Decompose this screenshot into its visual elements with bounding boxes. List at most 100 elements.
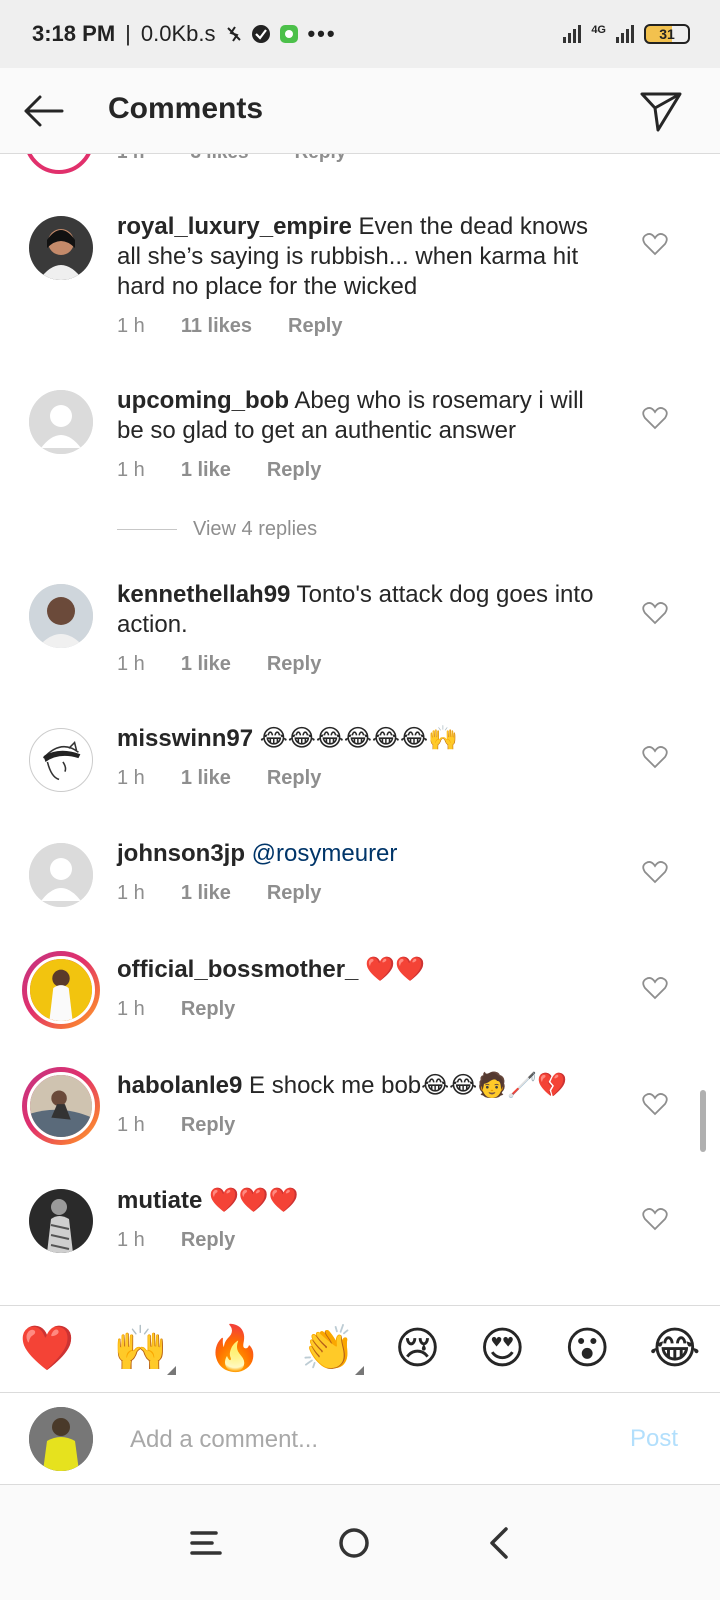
emoji-heart-eyes-button[interactable]: 😍 bbox=[479, 1327, 525, 1371]
like-heart-icon[interactable] bbox=[642, 601, 668, 625]
comment-body: ❤️❤️ bbox=[365, 956, 425, 983]
emoji-heart-button[interactable]: ❤️ bbox=[19, 1327, 74, 1371]
user-avatar bbox=[29, 1407, 93, 1471]
emoji-glyph: 🙌 bbox=[113, 1324, 169, 1373]
status-divider: | bbox=[125, 21, 131, 46]
emoji-surprised-button[interactable]: 😮 bbox=[564, 1327, 610, 1371]
skin-tone-indicator-icon bbox=[354, 1366, 364, 1375]
avatar[interactable] bbox=[24, 154, 94, 174]
back-arrow-icon[interactable] bbox=[20, 88, 66, 134]
comment-body: ❤️❤️❤️ bbox=[209, 1187, 299, 1214]
comment-likes[interactable]: 1 like bbox=[181, 882, 231, 905]
like-heart-icon[interactable] bbox=[642, 1092, 668, 1116]
comment-likes[interactable]: 1 like bbox=[181, 459, 231, 482]
comment-text: misswinn97 😂😂😂😂😂😂🙌 bbox=[117, 724, 617, 754]
avatar[interactable] bbox=[29, 390, 93, 454]
comment-username[interactable]: official_bossmother_ bbox=[117, 956, 358, 983]
skin-tone-indicator-icon bbox=[167, 1366, 177, 1375]
comment-text: johnson3jp @rosymeurer bbox=[117, 839, 617, 869]
avatar[interactable] bbox=[29, 843, 93, 907]
like-heart-icon[interactable] bbox=[642, 745, 668, 769]
comment-time: 1 h bbox=[117, 1114, 145, 1136]
status-speed: 0.0Kb.s bbox=[140, 21, 216, 46]
emoji-laughing-button[interactable]: 😂 bbox=[649, 1327, 700, 1371]
view-replies-label: View 4 replies bbox=[193, 518, 318, 540]
comment-text: official_bossmother_ ❤️❤️ bbox=[117, 955, 617, 985]
reply-button[interactable]: Reply bbox=[288, 315, 342, 338]
comment-meta: 1 h Reply bbox=[117, 1229, 271, 1252]
comment-username[interactable]: kennethellah99 bbox=[117, 581, 290, 608]
avatar-story-ring[interactable] bbox=[22, 1067, 100, 1145]
comment-meta: 1 h 3 likes Reply bbox=[117, 154, 346, 164]
comment-time: 1 h bbox=[117, 315, 145, 337]
reply-button[interactable]: Reply bbox=[295, 154, 347, 164]
signal-icon bbox=[563, 25, 582, 43]
reply-button[interactable]: Reply bbox=[181, 1229, 235, 1252]
reply-button[interactable]: Reply bbox=[181, 998, 235, 1021]
reply-button[interactable]: Reply bbox=[267, 459, 321, 482]
comment-text: habolanle9 E shock me bob😂😂🧑🦯💔 bbox=[117, 1071, 617, 1101]
reply-button[interactable]: Reply bbox=[267, 882, 321, 905]
battery-indicator: 31 bbox=[644, 24, 690, 44]
comment-mention[interactable]: @rosymeurer bbox=[252, 840, 398, 867]
comment-input[interactable] bbox=[128, 1419, 592, 1461]
emoji-glyph: 👏 bbox=[300, 1324, 356, 1373]
comment-meta: 1 h Reply bbox=[117, 998, 271, 1021]
comment-meta: 1 h 1 like Reply bbox=[117, 653, 357, 676]
comment-meta: 1 h 11 likes Reply bbox=[117, 315, 378, 338]
home-icon[interactable] bbox=[330, 1519, 378, 1567]
emoji-fire-button[interactable]: 🔥 bbox=[207, 1327, 262, 1371]
status-time: 3:18 PM bbox=[32, 21, 116, 46]
signal-icon-2 bbox=[616, 25, 634, 43]
back-icon[interactable] bbox=[476, 1519, 524, 1567]
comment-likes[interactable]: 11 likes bbox=[181, 315, 252, 338]
avatar[interactable] bbox=[29, 584, 93, 648]
scrollbar[interactable] bbox=[700, 1090, 706, 1152]
emoji-crying-button[interactable]: 😢 bbox=[395, 1327, 441, 1371]
comments-list[interactable]: 1 h 3 likes Reply royal_luxury_empire Ev… bbox=[0, 154, 720, 1305]
comment-username[interactable]: mutiate bbox=[117, 1187, 202, 1214]
like-heart-icon[interactable] bbox=[642, 232, 668, 256]
like-heart-icon[interactable] bbox=[642, 860, 668, 884]
emoji-quick-bar: ❤️ 🙌 🔥 👏 😢 😍 😮 😂 bbox=[0, 1305, 720, 1393]
view-replies-button[interactable]: View 4 replies bbox=[117, 518, 317, 541]
comment-meta: 1 h 1 like Reply bbox=[117, 767, 357, 790]
status-bar: 3:18 PM | 0.0Kb.s ••• 4G 31 bbox=[0, 0, 720, 68]
comment-username[interactable]: habolanle9 bbox=[117, 1072, 242, 1099]
divider bbox=[117, 529, 177, 530]
comment-username[interactable]: johnson3jp bbox=[117, 840, 245, 867]
comment-username[interactable]: misswinn97 bbox=[117, 725, 253, 752]
like-heart-icon[interactable] bbox=[642, 976, 668, 1000]
emoji-raised-hands-button[interactable]: 🙌 bbox=[113, 1324, 177, 1375]
like-heart-icon[interactable] bbox=[642, 406, 668, 430]
comment-username[interactable]: royal_luxury_empire bbox=[117, 213, 352, 240]
avatar[interactable] bbox=[29, 216, 93, 280]
emoji-clap-button[interactable]: 👏 bbox=[300, 1324, 364, 1375]
reply-button[interactable]: Reply bbox=[267, 767, 321, 790]
comment-likes[interactable]: 1 like bbox=[181, 653, 231, 676]
comment-likes[interactable]: 3 likes bbox=[190, 154, 248, 164]
mute-icon bbox=[227, 26, 242, 42]
avatar-story-ring[interactable] bbox=[22, 951, 100, 1029]
comment-text: royal_luxury_empire Even the dead knows … bbox=[117, 212, 617, 302]
app-notification-icon bbox=[280, 25, 299, 43]
post-button[interactable]: Post bbox=[630, 1425, 678, 1453]
comment-meta: 1 h 1 like Reply bbox=[117, 459, 357, 482]
reply-button[interactable]: Reply bbox=[181, 1114, 235, 1137]
comment-time: 1 h bbox=[117, 767, 145, 789]
comment-username[interactable]: upcoming_bob bbox=[117, 387, 289, 414]
notification-icons: ••• bbox=[225, 21, 336, 47]
avatar[interactable] bbox=[29, 1189, 93, 1253]
verified-icon bbox=[252, 25, 271, 43]
avatar[interactable] bbox=[29, 728, 93, 792]
comment-text: kennethellah99 Tonto's attack dog goes i… bbox=[117, 580, 617, 640]
reply-button[interactable]: Reply bbox=[267, 653, 321, 676]
comment-time: 1 h bbox=[117, 459, 145, 481]
comment-time: 1 h bbox=[117, 882, 145, 904]
menu-icon[interactable] bbox=[182, 1519, 230, 1567]
comment-likes[interactable]: 1 like bbox=[181, 767, 231, 790]
comment-text: upcoming_bob Abeg who is rosemary i will… bbox=[117, 386, 617, 446]
send-icon[interactable] bbox=[638, 88, 684, 134]
comment-text: mutiate ❤️❤️❤️ bbox=[117, 1186, 617, 1216]
like-heart-icon[interactable] bbox=[642, 1207, 668, 1231]
